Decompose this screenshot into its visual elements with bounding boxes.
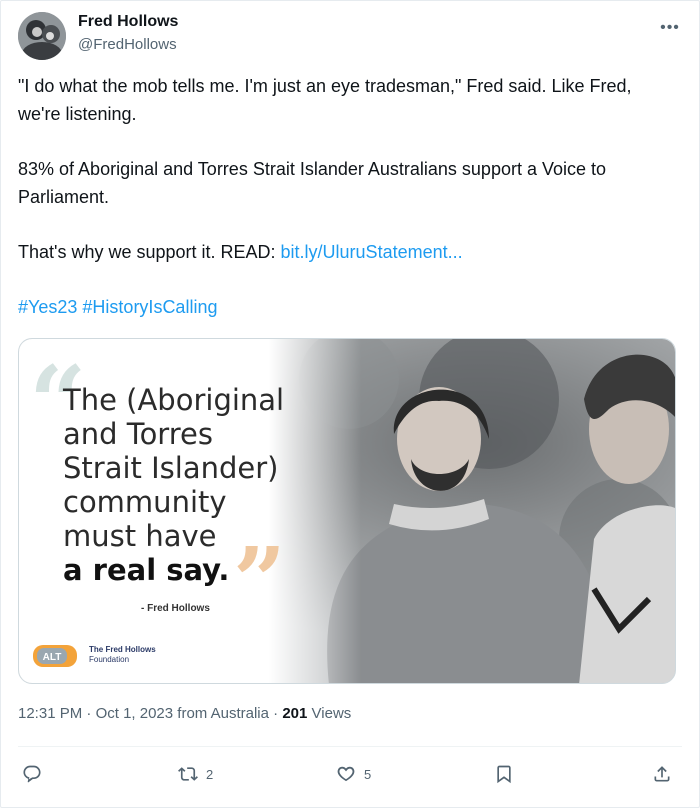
tweet-paragraph: "I do what the mob tells me. I'm just an…: [18, 76, 632, 124]
quote-text: The (Aboriginal and Torres Strait Island…: [63, 383, 343, 587]
quote-line: Strait Islander): [63, 451, 279, 485]
tweet-text: "I do what the mob tells me. I'm just an…: [18, 72, 678, 348]
share-icon: [654, 766, 670, 782]
quote-line: The (Aboriginal: [63, 383, 285, 417]
bookmark-button[interactable]: [494, 760, 522, 788]
hashtag-historyiscalling[interactable]: #HistoryIsCalling: [82, 297, 217, 317]
avatar-photo: [18, 12, 66, 60]
hashtags: #Yes23 #HistoryIsCalling: [18, 293, 678, 321]
tweet-read-prefix: That's why we support it. READ:: [18, 242, 281, 262]
author-name[interactable]: Fred Hollows: [78, 13, 178, 31]
views-count: 201: [282, 705, 308, 722]
divider: [18, 746, 682, 747]
foundation-name: The Fred Hollows Foundation: [89, 645, 156, 665]
post-header: Fred Hollows @FredHollows •••: [18, 12, 682, 60]
reply-button[interactable]: [22, 760, 50, 788]
tweet-paragraph: 83% of Aboriginal and Torres Strait Isla…: [18, 159, 607, 207]
close-quote-mark: ”: [233, 527, 286, 635]
like-button[interactable]: 5: [336, 760, 371, 788]
tweet-paragraph: That's why we support it. READ: bit.ly/U…: [18, 238, 678, 266]
like-icon: [337, 766, 355, 782]
like-count: 5: [364, 766, 372, 782]
post-date[interactable]: Oct 1, 2023 from Australia: [96, 705, 269, 722]
foundation-name-line: Foundation: [89, 655, 130, 664]
retweet-button[interactable]: 2: [178, 760, 213, 788]
quote-attribution: - Fred Hollows: [141, 603, 210, 614]
quote-line-emphasis: a real say.: [63, 553, 230, 587]
post-time[interactable]: 12:31 PM: [18, 705, 82, 722]
foundation-logo-text: ALT: [43, 652, 62, 663]
quote-line: community: [63, 485, 227, 519]
foundation-logo-icon: ALT: [33, 645, 77, 667]
views-label: Views: [311, 705, 352, 722]
foundation-name-line: The Fred Hollows: [89, 645, 156, 654]
tweet-link[interactable]: bit.ly/UluruStatement...: [281, 242, 463, 262]
meta-separator: ·: [273, 705, 279, 722]
share-button[interactable]: [652, 760, 680, 788]
retweet-icon: [178, 767, 198, 781]
author-handle[interactable]: @FredHollows: [78, 36, 177, 53]
quote-line: must have: [63, 519, 217, 553]
avatar[interactable]: [18, 12, 66, 60]
hashtag-yes23[interactable]: #Yes23: [18, 297, 77, 317]
retweet-count: 2: [206, 766, 214, 782]
action-bar: 2 5: [0, 760, 700, 788]
bookmark-icon: [497, 765, 511, 784]
media-image[interactable]: “ The (Aboriginal and Torres Strait Isla…: [18, 338, 676, 684]
quote-line: and Torres: [63, 417, 213, 451]
meta-separator: ·: [86, 705, 92, 722]
more-icon[interactable]: •••: [658, 16, 682, 40]
reply-icon: [23, 765, 41, 783]
post-meta: 12:31 PM · Oct 1, 2023 from Australia · …: [18, 705, 351, 722]
